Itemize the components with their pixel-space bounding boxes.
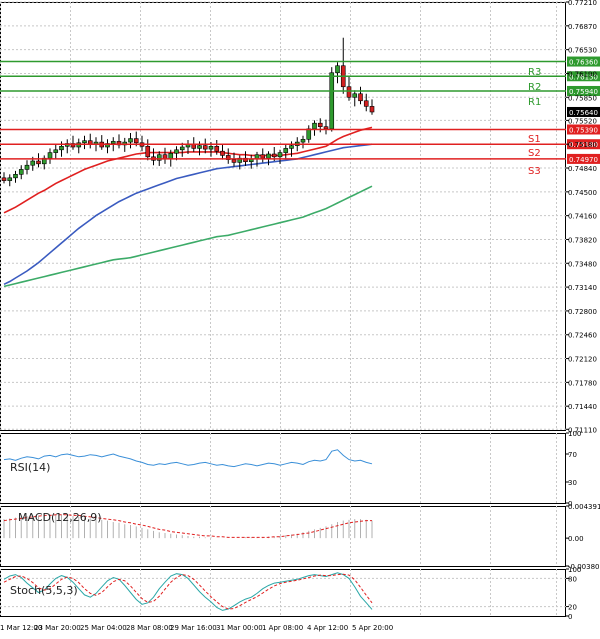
panel-frame-stoch [0, 569, 566, 617]
rsi-title: RSI(14) [10, 461, 50, 474]
candle-body [128, 138, 133, 143]
candle-body [145, 146, 151, 158]
candle-body [82, 140, 87, 144]
x-tick-label: 25 Mar 04:00 [80, 624, 127, 632]
price-y-tick-label: 0.73480 [568, 260, 597, 268]
candle-body [266, 153, 271, 159]
rsi-y-tick-label: 70 [568, 451, 577, 459]
candle-body [271, 153, 277, 158]
candle-body [174, 149, 179, 154]
price-y-tick-label: 0.76530 [568, 47, 597, 55]
panels-background [0, 2, 566, 617]
panel-frame-price [0, 2, 566, 431]
candle-body [18, 169, 24, 175]
candle-body [283, 148, 289, 153]
candle-body [289, 145, 294, 149]
forex-chart: R30.76360R20.76150R10.75940S10.75390S20.… [0, 0, 600, 632]
x-tick-label: 5 Apr 20:00 [352, 624, 393, 632]
macd-y-tick-label: 0.00 [568, 535, 584, 543]
price-y-tick-label: 0.74500 [568, 189, 597, 197]
macd-y-tick-label: 0.004391 [568, 503, 600, 511]
candle-body [214, 146, 220, 152]
candle-body [59, 146, 64, 151]
price-y-tick-label: 0.77210 [568, 0, 597, 7]
x-tick-label: 29 Mar 16:00 [170, 624, 217, 632]
candle-body [110, 141, 116, 144]
candle-body [323, 126, 329, 130]
stoch-y-tick-label: 20 [568, 604, 577, 612]
last-price-label: 0.75640 [569, 109, 598, 117]
candle-body [36, 160, 41, 165]
candle-body [53, 149, 59, 153]
price-y-tick-label: 0.76190 [568, 70, 597, 78]
candle-body [30, 160, 36, 166]
price-y-tick-label: 0.74840 [568, 165, 597, 173]
level-name-s3: S3 [528, 166, 541, 177]
rsi-y-tick-label: 100 [568, 430, 581, 438]
candle-body [369, 106, 375, 113]
stoch-title: Stoch(5,5,3) [10, 584, 78, 597]
price-y-tick-label: 0.71440 [568, 403, 597, 411]
price-y-tick-label: 0.76870 [568, 23, 597, 31]
candle-body [133, 138, 139, 144]
price-y-tick-label: 0.73140 [568, 284, 597, 292]
x-tick-label: 4 Apr 12:00 [307, 624, 348, 632]
x-tick-label: 31 Mar 00:00 [216, 624, 263, 632]
candle-body [335, 65, 340, 74]
candle-body [317, 122, 323, 127]
price-y-tick-label: 0.73820 [568, 236, 597, 244]
price-y-tick-label: 0.75520 [568, 117, 597, 125]
candle-body [352, 93, 358, 98]
stoch-y-tick-label: 80 [568, 575, 577, 583]
price-y-tick-label: 0.74160 [568, 213, 597, 221]
candle-body [260, 154, 266, 159]
price-y-tick-label: 0.75180 [568, 141, 597, 149]
candle-body [306, 128, 312, 140]
macd-title: MACD(12,26,9) [18, 511, 102, 524]
price-y-tick-label: 0.71780 [568, 379, 597, 387]
level-price-label-s1: 0.75390 [569, 126, 598, 134]
level-name-s1: S1 [528, 134, 541, 145]
candle-body [7, 177, 13, 181]
candle-body [1, 177, 7, 181]
candle-body [202, 145, 208, 150]
candle-body [346, 86, 352, 98]
candle-body [277, 152, 283, 158]
candle-body [179, 146, 185, 151]
level-price-label-r3: 0.76360 [569, 59, 598, 67]
candle-body [24, 164, 30, 170]
candle-body [13, 174, 18, 179]
candle-body [168, 153, 174, 160]
candle-body [358, 93, 363, 102]
candle-body [47, 152, 53, 159]
candle-body [220, 150, 225, 156]
price-y-tick-label: 0.75850 [568, 94, 597, 102]
candle-body [197, 145, 202, 149]
candle-body [329, 72, 335, 130]
x-tick-label: 23 Mar 20:00 [34, 624, 81, 632]
candle-body [300, 138, 306, 143]
stoch-y-tick-label: 100 [568, 566, 581, 574]
level-name-r1: R1 [528, 97, 541, 108]
candle-body [231, 159, 237, 163]
panel-frame-rsi [0, 433, 566, 504]
level-name-s2: S2 [528, 148, 541, 159]
candle-body [312, 122, 317, 130]
x-tick-label: 1 Apr 08:00 [262, 624, 303, 632]
price-y-tick-label: 0.72460 [568, 332, 597, 340]
price-y-tick-label: 0.72800 [568, 308, 597, 316]
candle-body [208, 146, 214, 150]
rsi-y-tick-label: 30 [568, 479, 577, 487]
price-y-tick-label: 0.72120 [568, 356, 597, 364]
level-price-label-s3: 0.74970 [569, 156, 598, 164]
x-tick-label: 28 Mar 08:00 [126, 624, 173, 632]
stoch-y-tick-label: 0 [568, 613, 572, 621]
candle-body [363, 100, 369, 107]
